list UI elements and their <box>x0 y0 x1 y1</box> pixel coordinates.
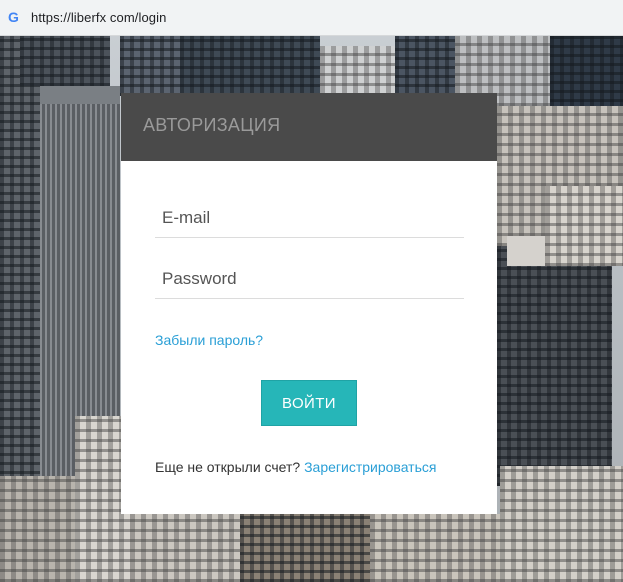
register-row: Еще не открыли счет? Зарегистрироваться <box>155 459 436 475</box>
forgot-password-link[interactable]: Забыли пароль? <box>155 332 263 348</box>
email-input[interactable] <box>155 198 464 238</box>
google-g-icon: G <box>8 9 19 25</box>
login-button[interactable]: ВОЙТИ <box>261 380 357 426</box>
register-link[interactable]: Зарегистрироваться <box>304 459 436 475</box>
login-card-header: АВТОРИЗАЦИЯ <box>121 93 497 161</box>
login-title: АВТОРИЗАЦИЯ <box>143 115 281 135</box>
no-account-text: Еще не открыли счет? <box>155 459 301 475</box>
password-input[interactable] <box>155 259 464 299</box>
login-form: Забыли пароль? ВОЙТИ Еще не открыли счет… <box>121 161 497 514</box>
browser-address-bar: G https://liberfx com/login <box>0 0 623 36</box>
url-text[interactable]: https://liberfx com/login <box>31 10 166 25</box>
